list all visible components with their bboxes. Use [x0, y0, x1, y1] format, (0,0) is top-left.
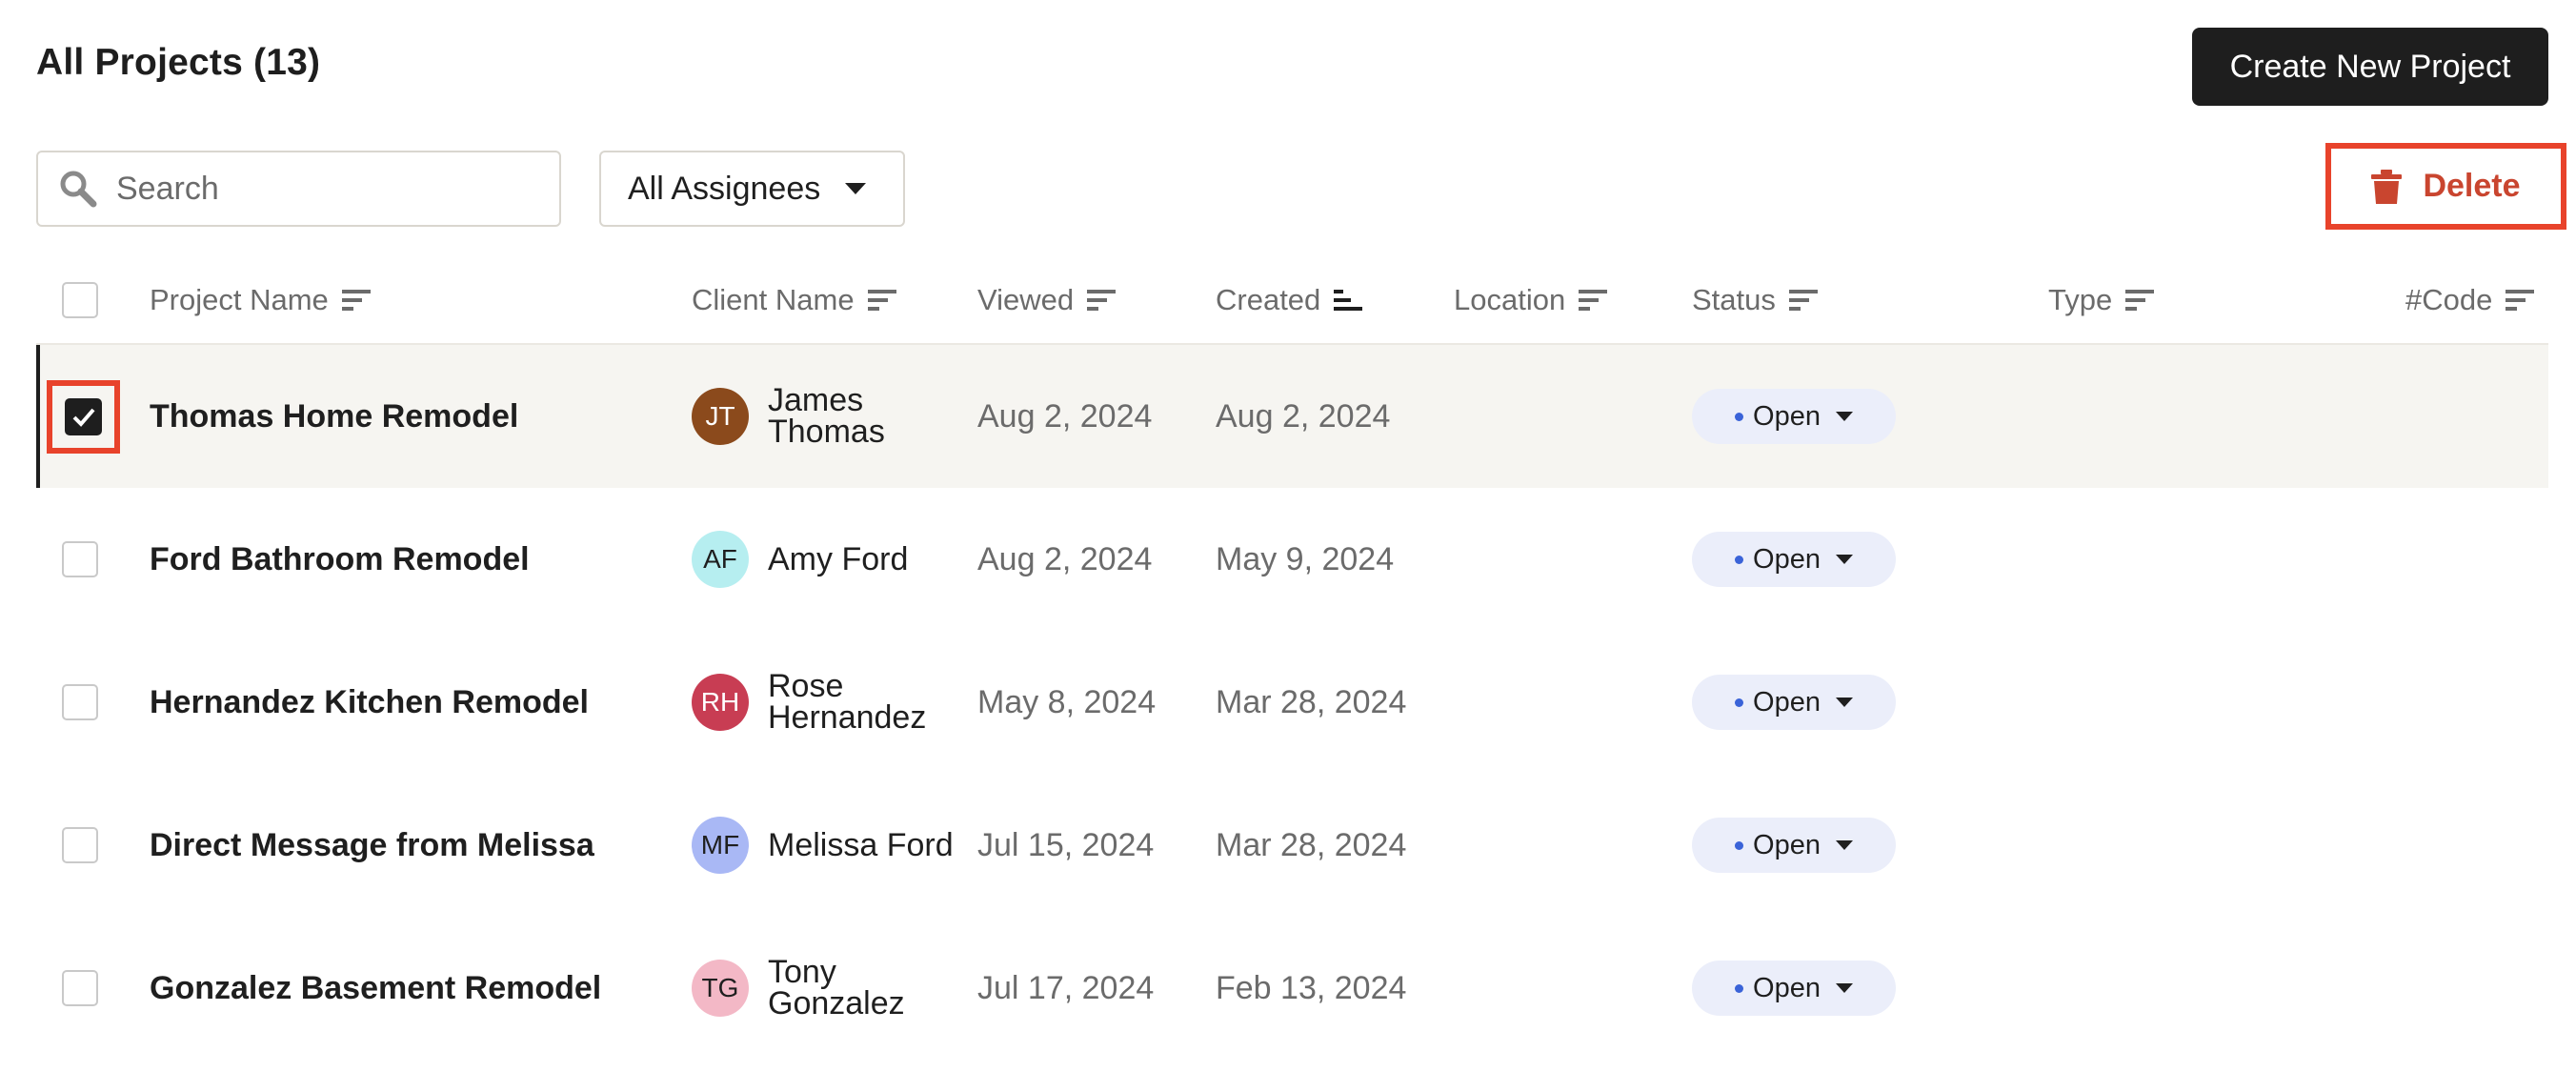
- avatar: AF: [692, 531, 749, 588]
- column-viewed[interactable]: Viewed: [977, 257, 1117, 343]
- status-dot-icon: [1735, 412, 1744, 421]
- status-label: Open: [1753, 829, 1821, 860]
- column-location[interactable]: Location: [1454, 257, 1608, 343]
- column-label: Viewed: [977, 283, 1075, 316]
- avatar: MF: [692, 817, 749, 874]
- sort-icon: [2506, 290, 2535, 311]
- chevron-down-icon: [1835, 983, 1853, 993]
- status-label: Open: [1753, 686, 1821, 718]
- column-label: Type: [2048, 283, 2113, 316]
- chevron-down-icon: [1835, 412, 1853, 421]
- row-checkbox[interactable]: [62, 541, 98, 577]
- column-label: Project Name: [150, 283, 329, 316]
- project-name[interactable]: Thomas Home Remodel: [150, 345, 518, 488]
- chevron-down-icon: [1835, 555, 1853, 564]
- status-dot-icon: [1735, 698, 1744, 707]
- row-checkbox[interactable]: [62, 684, 98, 720]
- sort-icon: [341, 290, 371, 311]
- created-date: Feb 13, 2024: [1216, 969, 1407, 1006]
- delete-label: Delete: [2423, 168, 2521, 204]
- avatar: TG: [692, 960, 749, 1017]
- trash-icon: [2371, 169, 2403, 204]
- column-status[interactable]: Status: [1692, 257, 1818, 343]
- table-header: Project Name Client Name Viewed Created …: [36, 257, 2548, 343]
- column-label: Location: [1454, 283, 1566, 316]
- status-dropdown[interactable]: Open: [1692, 389, 1896, 444]
- column-project-name[interactable]: Project Name: [150, 257, 371, 343]
- avatar: RH: [692, 674, 749, 731]
- column-label: Client Name: [692, 283, 855, 316]
- page-title: All Projects (13): [36, 42, 321, 83]
- table-row[interactable]: Hernandez Kitchen Remodel RH Rose Hernan…: [36, 631, 2548, 774]
- row-checkbox[interactable]: [65, 398, 102, 435]
- chevron-down-icon: [845, 183, 867, 194]
- row-checkbox-highlight: [47, 380, 120, 454]
- status-dot-icon: [1735, 840, 1744, 850]
- assignee-filter-dropdown[interactable]: All Assignees: [599, 151, 905, 227]
- status-dropdown[interactable]: Open: [1692, 532, 1896, 587]
- project-name[interactable]: Ford Bathroom Remodel: [150, 488, 530, 631]
- status-dropdown[interactable]: Open: [1692, 961, 1896, 1016]
- client-name: Melissa Ford: [768, 826, 954, 863]
- row-checkbox[interactable]: [62, 827, 98, 863]
- chevron-down-icon: [1835, 698, 1853, 707]
- table-row[interactable]: Thomas Home Remodel JT James Thomas Aug …: [36, 345, 2548, 488]
- search-icon: [60, 171, 97, 208]
- created-date: Aug 2, 2024: [1216, 397, 1391, 435]
- table-row[interactable]: Gonzalez Basement Remodel TG Tony Gonzal…: [36, 917, 2548, 1060]
- client-name: Amy Ford: [768, 540, 909, 577]
- delete-button[interactable]: Delete: [2325, 143, 2566, 230]
- column-label: Status: [1692, 283, 1776, 316]
- status-dot-icon: [1735, 983, 1744, 993]
- status-dropdown[interactable]: Open: [1692, 818, 1896, 873]
- search-placeholder: Search: [116, 170, 219, 207]
- row-checkbox[interactable]: [62, 970, 98, 1006]
- column-code[interactable]: #Code: [2405, 257, 2535, 343]
- project-name[interactable]: Direct Message from Melissa: [150, 774, 594, 917]
- column-label: #Code: [2405, 283, 2493, 316]
- viewed-date: Jul 15, 2024: [977, 826, 1155, 863]
- column-created[interactable]: Created: [1216, 257, 1363, 343]
- check-icon: [72, 408, 95, 427]
- client-name: Rose Hernandez: [768, 668, 927, 736]
- created-date: Mar 28, 2024: [1216, 683, 1407, 720]
- avatar: JT: [692, 388, 749, 445]
- column-label: Created: [1216, 283, 1321, 316]
- table-row[interactable]: Ford Bathroom Remodel AF Amy Ford Aug 2,…: [36, 488, 2548, 631]
- assignee-filter-label: All Assignees: [628, 170, 821, 207]
- table-row[interactable]: Direct Message from Melissa MF Melissa F…: [36, 774, 2548, 917]
- sort-icon: [1087, 290, 1117, 311]
- status-label: Open: [1753, 972, 1821, 1003]
- sort-ascending-icon: [1334, 290, 1363, 311]
- search-input[interactable]: Search: [36, 151, 561, 227]
- status-dropdown[interactable]: Open: [1692, 675, 1896, 730]
- sort-icon: [1788, 290, 1818, 311]
- viewed-date: Jul 17, 2024: [977, 969, 1155, 1006]
- chevron-down-icon: [1835, 840, 1853, 850]
- viewed-date: Aug 2, 2024: [977, 540, 1153, 577]
- created-date: Mar 28, 2024: [1216, 826, 1407, 863]
- status-label: Open: [1753, 400, 1821, 432]
- status-label: Open: [1753, 543, 1821, 575]
- client-name: Tony Gonzalez: [768, 954, 905, 1021]
- select-all-checkbox[interactable]: [62, 282, 98, 318]
- column-client-name[interactable]: Client Name: [692, 257, 896, 343]
- column-type[interactable]: Type: [2048, 257, 2155, 343]
- sort-icon: [1579, 290, 1608, 311]
- project-name[interactable]: Gonzalez Basement Remodel: [150, 917, 601, 1060]
- client-name: James Thomas: [768, 382, 885, 450]
- project-name[interactable]: Hernandez Kitchen Remodel: [150, 631, 589, 774]
- viewed-date: Aug 2, 2024: [977, 397, 1153, 435]
- created-date: May 9, 2024: [1216, 540, 1395, 577]
- viewed-date: May 8, 2024: [977, 683, 1157, 720]
- status-dot-icon: [1735, 555, 1744, 564]
- sort-icon: [2125, 290, 2155, 311]
- sort-icon: [867, 290, 896, 311]
- create-new-project-button[interactable]: Create New Project: [2192, 28, 2548, 106]
